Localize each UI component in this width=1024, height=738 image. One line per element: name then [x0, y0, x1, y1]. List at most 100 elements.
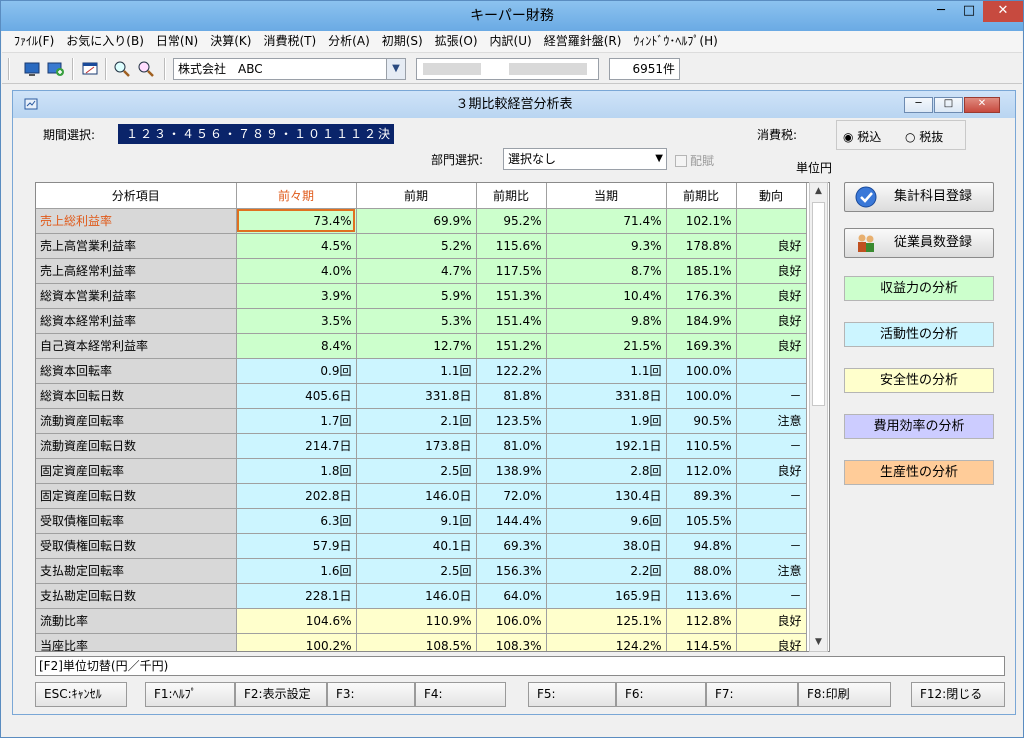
scroll-up-icon[interactable]: ▲: [810, 183, 827, 200]
f3-button[interactable]: F3:: [327, 682, 415, 707]
table-row[interactable]: 総資本経常利益率 3.5% 5.3% 151.4% 9.8% 184.9% 良好: [36, 308, 807, 334]
row-label[interactable]: 売上高営業利益率: [36, 233, 237, 259]
value-cell[interactable]: 108.5%: [356, 633, 477, 651]
trend-cell[interactable]: 良好: [736, 333, 807, 359]
value-cell[interactable]: 21.5%: [546, 333, 667, 359]
value-cell[interactable]: 71.4%: [546, 208, 667, 234]
value-cell[interactable]: 2.5回: [356, 558, 477, 584]
value-cell[interactable]: 81.8%: [476, 383, 547, 409]
value-cell[interactable]: 2.1回: [356, 408, 477, 434]
value-cell[interactable]: 8.4%: [236, 333, 357, 359]
value-cell[interactable]: 1.8回: [236, 458, 357, 484]
value-cell[interactable]: 5.2%: [356, 233, 477, 259]
value-cell[interactable]: 331.8日: [546, 383, 667, 409]
value-cell[interactable]: 214.7日: [236, 433, 357, 459]
table-row[interactable]: 売上高経常利益率 4.0% 4.7% 117.5% 8.7% 185.1% 良好: [36, 258, 807, 284]
value-cell[interactable]: 165.9日: [546, 583, 667, 609]
value-cell[interactable]: 114.5%: [666, 633, 737, 651]
trend-cell[interactable]: [736, 208, 807, 234]
zoom-in-icon[interactable]: [112, 59, 132, 79]
cost-efficiency-analysis-button[interactable]: 費用効率の分析: [844, 414, 994, 439]
value-cell[interactable]: 89.3%: [666, 483, 737, 509]
value-cell[interactable]: 331.8日: [356, 383, 477, 409]
register-accounts-button[interactable]: 集計科目登録: [844, 182, 994, 212]
scroll-down-icon[interactable]: ▼: [810, 634, 827, 651]
value-cell[interactable]: 69.3%: [476, 533, 547, 559]
trend-cell[interactable]: 良好: [736, 283, 807, 309]
value-cell[interactable]: 151.3%: [476, 283, 547, 309]
value-cell[interactable]: 69.9%: [356, 208, 477, 234]
trend-cell[interactable]: 良好: [736, 233, 807, 259]
table-row[interactable]: 総資本回転日数 405.6日 331.8日 81.8% 331.8日 100.0% －: [36, 383, 807, 409]
row-label[interactable]: 流動資産回転日数: [36, 433, 237, 459]
child-close-button[interactable]: ✕: [964, 97, 1000, 113]
value-cell[interactable]: 122.2%: [476, 358, 547, 384]
value-cell[interactable]: 57.9日: [236, 533, 357, 559]
value-cell[interactable]: 117.5%: [476, 258, 547, 284]
row-label[interactable]: 流動資産回転率: [36, 408, 237, 434]
value-cell[interactable]: 3.9%: [236, 283, 357, 309]
table-row[interactable]: 流動比率 104.6% 110.9% 106.0% 125.1% 112.8% 良好: [36, 608, 807, 634]
scroll-thumb[interactable]: [812, 202, 825, 406]
column-header[interactable]: 分析項目: [36, 183, 237, 209]
value-cell[interactable]: 130.4日: [546, 483, 667, 509]
column-header[interactable]: 前期比: [666, 183, 737, 209]
value-cell[interactable]: 151.4%: [476, 308, 547, 334]
row-label[interactable]: 総資本回転日数: [36, 383, 237, 409]
value-cell[interactable]: 144.4%: [476, 508, 547, 534]
tax-included-radio[interactable]: ◉ 税込: [843, 128, 881, 145]
company-select[interactable]: 株式会社 ABC: [173, 58, 406, 80]
table-row[interactable]: 総資本営業利益率 3.9% 5.9% 151.3% 10.4% 176.3% 良好: [36, 283, 807, 309]
trend-cell[interactable]: 注意: [736, 408, 807, 434]
value-cell[interactable]: 1.1回: [356, 358, 477, 384]
value-cell[interactable]: 108.3%: [476, 633, 547, 651]
esc-cancel-button[interactable]: ESC:ｷｬﾝｾﾙ: [35, 682, 127, 707]
table-row[interactable]: 支払勘定回転率 1.6回 2.5回 156.3% 2.2回 88.0% 注意: [36, 558, 807, 584]
activity-analysis-button[interactable]: 活動性の分析: [844, 322, 994, 347]
value-cell[interactable]: 185.1%: [666, 258, 737, 284]
row-label[interactable]: 流動比率: [36, 608, 237, 634]
table-row[interactable]: 総資本回転率 0.9回 1.1回 122.2% 1.1回 100.0%: [36, 358, 807, 384]
value-cell[interactable]: 9.3%: [546, 233, 667, 259]
menu-breakdown[interactable]: 内訳(U): [484, 31, 538, 52]
value-cell[interactable]: 2.5回: [356, 458, 477, 484]
value-cell[interactable]: 40.1日: [356, 533, 477, 559]
value-cell[interactable]: 156.3%: [476, 558, 547, 584]
value-cell[interactable]: 112.8%: [666, 608, 737, 634]
value-cell[interactable]: 100.0%: [666, 358, 737, 384]
value-cell[interactable]: 1.9回: [546, 408, 667, 434]
monitor-icon[interactable]: [22, 59, 42, 79]
period-select[interactable]: １２３・４５６・７８９・１０１１１２決: [118, 124, 394, 144]
zoom-out-icon[interactable]: [136, 59, 156, 79]
value-cell[interactable]: 5.9%: [356, 283, 477, 309]
value-cell[interactable]: 105.5%: [666, 508, 737, 534]
value-cell[interactable]: 146.0日: [356, 483, 477, 509]
table-row[interactable]: 受取債権回転日数 57.9日 40.1日 69.3% 38.0日 94.8% －: [36, 533, 807, 559]
row-label[interactable]: 固定資産回転日数: [36, 483, 237, 509]
menu-initial[interactable]: 初期(S): [376, 31, 429, 52]
maximize-button[interactable]: □: [955, 1, 983, 22]
row-label[interactable]: 売上高経常利益率: [36, 258, 237, 284]
value-cell[interactable]: 169.3%: [666, 333, 737, 359]
table-row[interactable]: 自己資本経常利益率 8.4% 12.7% 151.2% 21.5% 169.3% 良好: [36, 333, 807, 359]
value-cell[interactable]: 4.7%: [356, 258, 477, 284]
trend-cell[interactable]: 良好: [736, 608, 807, 634]
value-cell[interactable]: 5.3%: [356, 308, 477, 334]
value-cell[interactable]: 73.4%: [236, 208, 357, 234]
value-cell[interactable]: 115.6%: [476, 233, 547, 259]
column-header[interactable]: 当期: [546, 183, 667, 209]
value-cell[interactable]: 405.6日: [236, 383, 357, 409]
value-cell[interactable]: 151.2%: [476, 333, 547, 359]
child-minimize-button[interactable]: ─: [904, 97, 933, 113]
value-cell[interactable]: 112.0%: [666, 458, 737, 484]
row-label[interactable]: 総資本回転率: [36, 358, 237, 384]
f12-close-button[interactable]: F12:閉じる: [911, 682, 1005, 707]
trend-cell[interactable]: －: [736, 433, 807, 459]
menu-favorites[interactable]: お気に入り(B): [60, 31, 150, 52]
value-cell[interactable]: 4.0%: [236, 258, 357, 284]
value-cell[interactable]: 192.1日: [546, 433, 667, 459]
table-row[interactable]: 売上総利益率 73.4% 69.9% 95.2% 71.4% 102.1%: [36, 208, 807, 234]
menu-tax[interactable]: 消費税(T): [257, 31, 322, 52]
f1-help-button[interactable]: F1:ﾍﾙﾌﾟ: [145, 682, 235, 707]
safety-analysis-button[interactable]: 安全性の分析: [844, 368, 994, 393]
